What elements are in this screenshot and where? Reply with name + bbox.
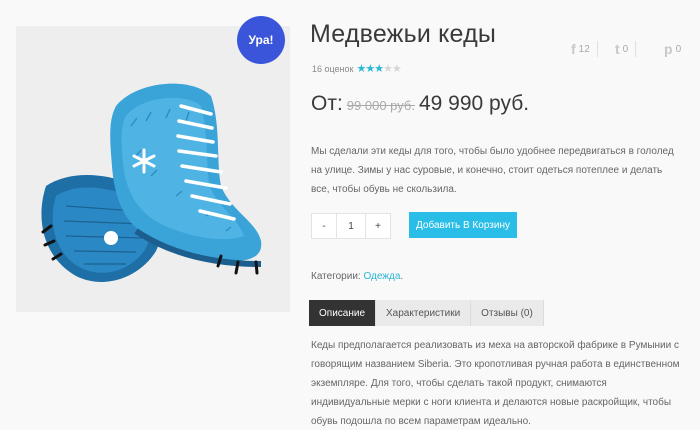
current-price: 49 990 руб. <box>418 92 530 115</box>
add-to-cart-button[interactable]: Добавить В Корзину <box>409 212 517 238</box>
short-description: Мы сделали эти кеды для того, чтобы было… <box>311 146 674 195</box>
furry-sneakers-illustration <box>41 83 262 282</box>
facebook-count: 12 <box>578 43 590 55</box>
tab-specifications[interactable]: Характеристики <box>376 300 472 326</box>
rating: 16 оценок ★★★★★ <box>312 62 402 75</box>
quantity-input[interactable]: 1 <box>337 213 365 239</box>
divider <box>635 41 637 57</box>
tab-description[interactable]: Описание <box>309 300 377 326</box>
increase-button[interactable]: + <box>365 213 391 239</box>
product-image[interactable] <box>16 26 290 312</box>
divider <box>596 41 598 57</box>
price-prefix: От: <box>311 92 343 115</box>
sale-badge: Ура! <box>237 16 285 64</box>
tab-content: Кеды предполагается реализовать из меха … <box>311 340 680 427</box>
share-facebook[interactable]: f 12 <box>571 40 598 58</box>
twitter-count: 0 <box>622 43 629 55</box>
old-price: 99 000 руб. <box>346 98 415 113</box>
share-pinterest[interactable]: p 0 <box>664 40 681 58</box>
categories-suffix: . <box>400 271 404 282</box>
category-link[interactable]: Одежда <box>363 271 400 282</box>
product-title: Медвежьи кеды <box>310 20 497 48</box>
star-icon: ★ <box>383 63 393 75</box>
share-twitter[interactable]: t 0 <box>615 40 637 58</box>
pinterest-count: 0 <box>675 43 682 55</box>
categories: Категории: Одежда. <box>311 271 403 282</box>
price: От: 99 000 руб. 49 990 руб. <box>311 92 529 116</box>
rating-count: 16 оценок <box>312 63 354 74</box>
quantity-stepper: - 1 + <box>311 213 391 239</box>
decrease-button[interactable]: - <box>311 213 337 239</box>
facebook-icon: f <box>571 41 576 57</box>
twitter-icon: t <box>615 41 620 57</box>
pinterest-icon: p <box>664 41 673 57</box>
star-icon: ★ <box>374 63 384 75</box>
star-icon: ★ <box>392 63 402 75</box>
categories-label: Категории: <box>311 271 361 282</box>
product-tabs: Описание Характеристики Отзывы (0) <box>309 300 544 326</box>
tab-reviews[interactable]: Отзывы (0) <box>471 300 544 326</box>
star-icon: ★ <box>365 63 375 75</box>
rating-stars[interactable]: ★★★★★ <box>357 62 402 75</box>
